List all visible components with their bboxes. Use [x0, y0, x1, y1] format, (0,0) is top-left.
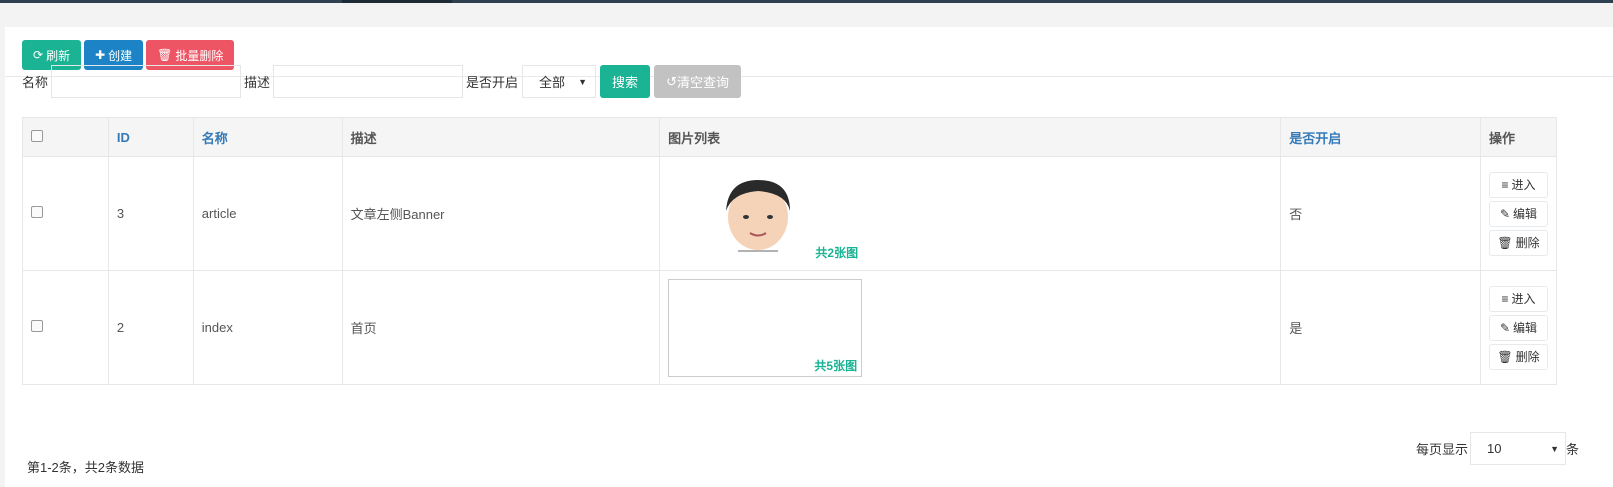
- search-form: 名称 描述 是否开启 全部 ▼ 搜索 ↺ 清空查询: [22, 65, 745, 98]
- search-button[interactable]: 搜索: [600, 65, 651, 98]
- table-row: 2 index 首页 共5张图 是 ≡ 进入 ✎ 编辑 🗑 删除: [22, 270, 1557, 385]
- col-desc: 描述: [341, 117, 661, 157]
- page-band: [0, 3, 1613, 25]
- col-enabled[interactable]: 是否开启: [1280, 117, 1481, 157]
- cell-name: article: [192, 156, 343, 271]
- desc-label: 描述: [244, 75, 271, 90]
- edit-button[interactable]: ✎ 编辑: [1489, 200, 1548, 227]
- pencil-icon: ✎: [1499, 206, 1511, 221]
- per-page-label: 每页显示: [1416, 442, 1469, 457]
- list-icon: ≡: [1501, 291, 1509, 306]
- select-all-checkbox[interactable]: [31, 129, 43, 142]
- cell-id: 3: [107, 156, 194, 271]
- undo-icon: ↺: [666, 73, 677, 89]
- delete-button[interactable]: 🗑 删除: [1489, 229, 1548, 256]
- page-size-control: 每页显示 10 ▼ 条: [1416, 432, 1579, 465]
- enabled-label: 是否开启: [466, 75, 519, 90]
- clear-query-button[interactable]: ↺ 清空查询: [654, 65, 741, 98]
- page-size-select[interactable]: 10 ▼: [1470, 432, 1567, 465]
- trash-icon: 🗑: [1497, 349, 1513, 364]
- chevron-down-icon: ▼: [1550, 443, 1560, 454]
- cell-id: 2: [107, 270, 194, 385]
- refresh-icon: ⟳: [33, 48, 44, 62]
- desc-input[interactable]: [273, 65, 464, 98]
- edit-button[interactable]: ✎ 编辑: [1489, 314, 1548, 341]
- col-id[interactable]: ID: [107, 117, 194, 157]
- cell-enabled: 否: [1280, 156, 1481, 271]
- table-row: 3 article 文章左侧Banner 共2张图 否 ≡ 进入 ✎ 编辑 🗑 删除: [22, 156, 1557, 271]
- enter-button[interactable]: ≡ 进入: [1489, 171, 1548, 198]
- plus-icon: ✚: [95, 48, 106, 62]
- per-page-suffix: 条: [1566, 442, 1580, 457]
- delete-button[interactable]: 🗑 删除: [1489, 343, 1548, 370]
- trash-icon: 🗑: [157, 48, 173, 62]
- broken-image-thumbnail[interactable]: 共5张图: [668, 278, 863, 377]
- cell-desc: 文章左侧Banner: [341, 156, 661, 271]
- name-input[interactable]: [51, 65, 242, 98]
- enter-button[interactable]: ≡ 进入: [1489, 285, 1548, 312]
- name-label: 名称: [22, 75, 49, 90]
- avatar-cartoon-image: [726, 179, 791, 251]
- image-count: 共5张图: [814, 358, 858, 373]
- cell-desc: 首页: [341, 270, 661, 385]
- pencil-icon: ✎: [1499, 320, 1511, 335]
- col-images: 图片列表: [659, 117, 1282, 157]
- chevron-down-icon: ▼: [578, 76, 588, 87]
- enabled-select[interactable]: 全部 ▼: [522, 65, 597, 98]
- pagination-summary: 第1-2条，共2条数据: [27, 460, 145, 475]
- list-icon: ≡: [1501, 177, 1509, 192]
- col-name[interactable]: 名称: [192, 117, 343, 157]
- table-header: ID 名称 描述 图片列表 是否开启 操作: [22, 117, 1557, 157]
- row-checkbox[interactable]: [31, 320, 43, 332]
- row-checkbox[interactable]: [31, 206, 43, 218]
- cell-enabled: 是: [1280, 270, 1481, 385]
- image-thumbnail[interactable]: 共2张图: [668, 165, 862, 263]
- image-count: 共2张图: [815, 245, 859, 260]
- cell-name: index: [192, 270, 343, 385]
- data-table: ID 名称 描述 图片列表 是否开启 操作 3 article 文章左侧Bann…: [22, 117, 1557, 385]
- col-actions: 操作: [1480, 117, 1557, 157]
- trash-icon: 🗑: [1497, 235, 1513, 250]
